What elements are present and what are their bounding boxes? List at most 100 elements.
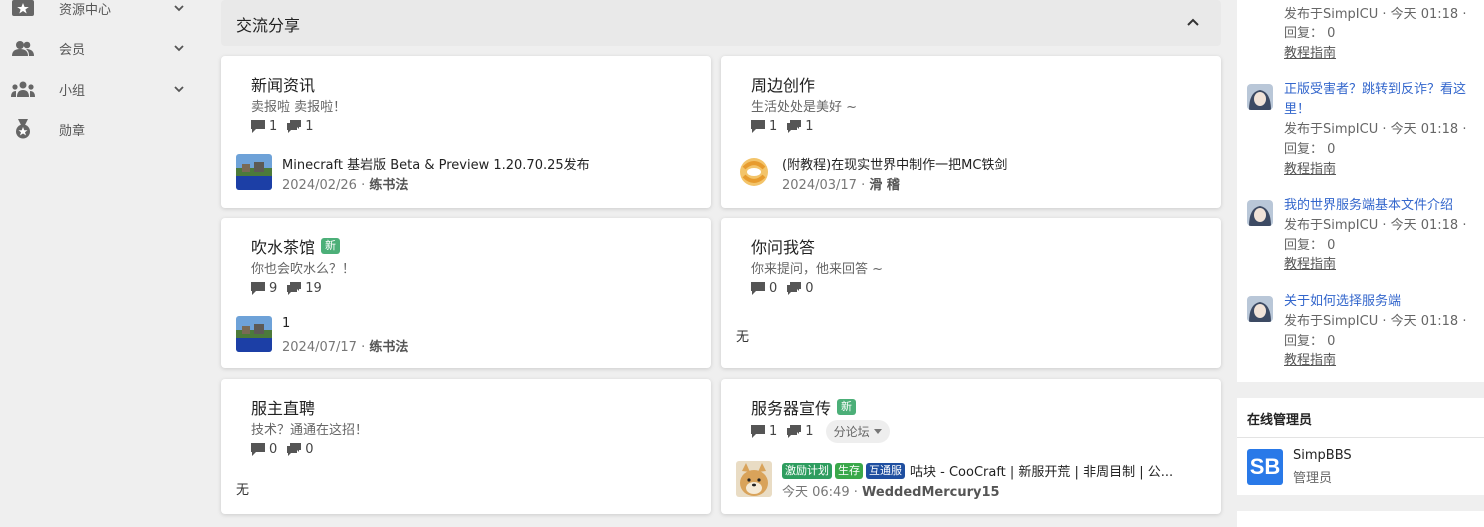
thread-thumbnail [736, 461, 772, 497]
forum-card[interactable]: 周边创作 生活处处是美好 ~ 1 1 (附教程)在现实世界中制作一把MC铁剑 2… [721, 56, 1221, 208]
comments-icon [287, 282, 302, 295]
chevron-up-icon[interactable] [1185, 14, 1201, 30]
thread-title[interactable]: 1 [282, 316, 290, 331]
comment-icon [751, 425, 765, 438]
thread-author[interactable]: 练书法 [369, 340, 408, 355]
tag-crossplay: 互通服 [866, 462, 905, 479]
forum-stats: 0 0 [751, 281, 824, 296]
forum-stats: 1 1 分论坛 [751, 420, 890, 443]
avatar[interactable] [1247, 84, 1273, 110]
sidebar-item-label: 小组 [59, 83, 86, 99]
forum-stats: 1 1 [251, 119, 324, 134]
post-category-link[interactable]: 教程指南 [1284, 44, 1336, 64]
sidebar-item-resource-center[interactable]: 资源中心 [0, 0, 205, 22]
online-admins-panel: 在线管理员 SB SimpBBS 管理员 [1237, 398, 1484, 495]
chevron-down-icon [172, 82, 186, 96]
post-reply-count: 回复： 0 [1284, 238, 1336, 253]
left-sidebar: 资源中心 会员 小组 勋章 [0, 0, 205, 527]
thread-count: 1 [269, 119, 278, 134]
thread-title[interactable]: 激励计划 生存 互通服 咕块 - CooCraft | 新服开荒 | 非周目制 … [782, 461, 1173, 480]
comment-icon [251, 443, 265, 456]
post-category-link[interactable]: 教程指南 [1284, 160, 1336, 180]
thread-thumbnail [736, 154, 772, 190]
post-meta: 发布于SimpICU · 今天 01:18 · [1284, 7, 1467, 22]
forum-description: 你也会吹水么？！ [251, 262, 356, 277]
comment-icon [251, 282, 265, 295]
post-title-link[interactable]: 关于如何选择服务端 [1284, 292, 1474, 312]
forum-card[interactable]: 服务器宣传新 1 1 分论坛 激励计划 生存 互通服 咕块 - CooCraft… [721, 379, 1221, 514]
subforum-dropdown[interactable]: 分论坛 [825, 420, 890, 443]
latest-thread[interactable]: 1 2024/07/17 · 练书法 [236, 316, 706, 355]
post-title-link[interactable]: 正版受害者？跳转到反诈？看这里！ [1284, 80, 1474, 120]
admin-avatar[interactable]: SB [1247, 449, 1283, 485]
thread-count: 9 [269, 281, 278, 296]
star-folder-icon [10, 0, 36, 18]
post-title-link[interactable]: 我的世界服务端基本文件介绍 [1284, 196, 1474, 216]
thread-author[interactable]: WeddedMercury15 [862, 485, 1000, 500]
comment-icon [251, 120, 265, 133]
thread-author[interactable]: 滑 稽 [869, 178, 900, 193]
post-count: 19 [305, 281, 322, 296]
latest-thread[interactable]: 激励计划 生存 互通服 咕块 - CooCraft | 新服开荒 | 非周目制 … [736, 461, 1216, 500]
no-threads-text: 无 [236, 483, 250, 498]
post-reply-count: 回复： 0 [1284, 26, 1336, 41]
thread-count: 1 [769, 119, 778, 134]
post-reply-count: 回复： 0 [1284, 334, 1336, 349]
users-icon [10, 38, 36, 58]
forum-card[interactable]: 新闻资讯 卖报啦 卖报啦！ 1 1 Minecraft 基岩版 Beta & P… [221, 56, 711, 208]
thread-meta: 2024/07/17 · 练书法 [282, 340, 409, 355]
post-category-link[interactable]: 教程指南 [1284, 351, 1336, 371]
forum-title[interactable]: 你问我答 [751, 234, 815, 258]
post-meta: 发布于SimpICU · 今天 01:18 · [1284, 122, 1467, 137]
forum-title[interactable]: 吹水茶馆新 [251, 234, 341, 258]
next-panel [1237, 511, 1484, 527]
post-reply-count: 回复： 0 [1284, 142, 1336, 157]
avatar[interactable] [1247, 296, 1273, 322]
admin-name[interactable]: SimpBBS [1293, 448, 1352, 463]
thread-thumbnail [236, 316, 272, 352]
thread-thumbnail [236, 154, 272, 190]
new-badge: 新 [837, 399, 857, 415]
avatar[interactable] [1247, 200, 1273, 226]
comments-icon [287, 120, 302, 133]
forum-card[interactable]: 服主直聘 技术？通通在这招！ 0 0 无 [221, 379, 711, 514]
chevron-down-icon [172, 41, 186, 55]
forum-card[interactable]: 你问我答 你来提问，他来回答 ~ 0 0 无 [721, 218, 1221, 368]
forum-title[interactable]: 服务器宣传新 [751, 395, 857, 419]
section-title: 交流分享 [236, 16, 301, 35]
new-badge: 新 [321, 238, 341, 254]
comments-icon [787, 282, 802, 295]
tag-survival: 生存 [835, 462, 863, 479]
latest-thread[interactable]: Minecraft 基岩版 Beta & Preview 1.20.70.25发… [236, 154, 706, 193]
caret-down-icon [873, 428, 882, 434]
sidebar-item-label: 资源中心 [59, 2, 112, 18]
forum-card[interactable]: 吹水茶馆新 你也会吹水么？！ 9 19 1 2024/07/17 · 练书法 [221, 218, 711, 368]
comment-icon [751, 282, 765, 295]
forum-title[interactable]: 服主直聘 [251, 395, 315, 419]
comment-icon [751, 120, 765, 133]
post-category-link[interactable]: 教程指南 [1284, 255, 1336, 275]
forum-description: 你来提问，他来回答 ~ [751, 262, 884, 277]
sidebar-item-label: 会员 [59, 42, 86, 58]
forum-title[interactable]: 新闻资讯 [251, 72, 315, 96]
post-count: 0 [305, 442, 314, 457]
latest-thread[interactable]: (附教程)在现实世界中制作一把MC铁剑 2024/03/17 · 滑 稽 [736, 154, 1206, 193]
sidebar-item-groups[interactable]: 小组 [0, 75, 205, 103]
chevron-down-icon [172, 1, 186, 15]
tag-incentive: 激励计划 [782, 462, 832, 479]
medal-icon [10, 119, 36, 139]
forum-title[interactable]: 周边创作 [751, 72, 815, 96]
thread-count: 0 [769, 281, 778, 296]
comments-icon [787, 425, 802, 438]
group-icon [10, 79, 36, 99]
sidebar-item-label: 勋章 [59, 123, 86, 139]
thread-author[interactable]: 练书法 [369, 178, 408, 193]
post-meta: 发布于SimpICU · 今天 01:18 · [1284, 218, 1467, 233]
thread-title[interactable]: (附教程)在现实世界中制作一把MC铁剑 [782, 154, 1007, 173]
sidebar-item-medals[interactable]: 勋章 [0, 115, 205, 143]
thread-title[interactable]: Minecraft 基岩版 Beta & Preview 1.20.70.25发… [282, 154, 590, 173]
post-meta: 发布于SimpICU · 今天 01:18 · [1284, 314, 1467, 329]
thread-meta: 2024/03/17 · 滑 稽 [782, 178, 900, 193]
comments-icon [287, 443, 302, 456]
sidebar-item-members[interactable]: 会员 [0, 34, 205, 62]
